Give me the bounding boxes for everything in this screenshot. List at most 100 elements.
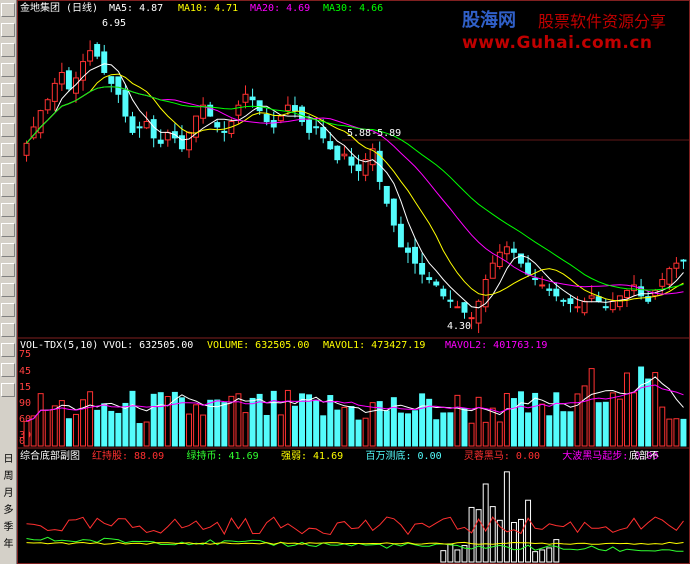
candle-body — [164, 131, 171, 141]
volume-bar — [475, 396, 482, 447]
period-button[interactable]: 多 — [1, 503, 16, 519]
candle-body — [539, 284, 546, 287]
candle-body — [525, 262, 532, 275]
exit-icon[interactable] — [1, 323, 15, 337]
fa4-icon[interactable] — [1, 163, 15, 177]
dollar-icon[interactable] — [1, 283, 15, 297]
volume-bar — [178, 397, 185, 447]
volume-bar — [412, 410, 419, 447]
candle-body — [496, 251, 503, 268]
volume-bar — [595, 402, 602, 447]
fa-icon[interactable] — [1, 103, 15, 117]
candle-body — [475, 300, 482, 324]
candle-body — [136, 126, 143, 129]
indicator-value: 百万测底: 0.00 — [366, 449, 442, 462]
candle-body — [256, 100, 263, 112]
volume-bar — [383, 410, 390, 447]
volume-bar — [355, 419, 362, 447]
volume-bar — [588, 368, 595, 447]
volume-bar — [87, 391, 94, 447]
candle-body — [178, 135, 185, 150]
pen-icon[interactable] — [1, 363, 15, 377]
bottom-signal-bar — [475, 509, 482, 563]
volume-bar — [482, 421, 489, 447]
move-icon[interactable] — [1, 303, 15, 317]
volume-bar — [143, 421, 150, 447]
bottom-signal-bar — [525, 499, 532, 563]
volume-bar — [94, 409, 101, 447]
volume-bar — [419, 393, 426, 447]
candle-icon[interactable] — [1, 43, 15, 57]
volume-bar — [249, 397, 256, 447]
candle-body — [510, 248, 517, 253]
volume-bar — [37, 393, 44, 447]
volume-bar — [221, 402, 228, 447]
candle-body — [673, 262, 680, 269]
volume-bar — [631, 392, 637, 447]
volume-bar — [638, 366, 645, 447]
volume-bar — [306, 394, 313, 447]
candle-body — [313, 126, 320, 129]
candle-body — [440, 288, 447, 297]
indicator-value: 灵蓉黑马: 0.00 — [464, 449, 540, 462]
tab-icon[interactable] — [1, 203, 15, 217]
mavol1-label: MAVOL1: 473427.19 — [323, 340, 425, 351]
candle-body — [602, 306, 609, 309]
volume-bar — [673, 418, 680, 447]
candle-body — [588, 295, 595, 299]
period-button[interactable]: 季 — [1, 520, 16, 536]
period-button[interactable]: 年 — [1, 537, 16, 553]
volume-bar — [560, 411, 567, 447]
candle-body — [129, 116, 136, 133]
volume-bar — [263, 414, 270, 447]
bar-icon[interactable] — [1, 83, 15, 97]
bottom-signal-bar — [518, 518, 524, 563]
candle-body — [270, 120, 277, 128]
volume-bar — [553, 392, 560, 447]
volume-bar — [150, 393, 157, 447]
candle-body — [143, 121, 150, 129]
fs-icon[interactable] — [1, 383, 15, 397]
candle-body — [320, 127, 327, 139]
fz-icon[interactable] — [1, 183, 15, 197]
candle-body — [680, 259, 687, 262]
candle-body — [87, 50, 94, 62]
period-button[interactable]: 周 — [1, 469, 16, 485]
high-price-label: 6.95 — [102, 18, 126, 29]
volume-bar — [186, 413, 192, 447]
volume-bar — [510, 398, 517, 447]
period-button[interactable]: 月 — [1, 486, 16, 502]
fa3-icon[interactable] — [1, 143, 15, 157]
rsi-icon[interactable] — [1, 263, 15, 277]
fa2-icon[interactable] — [1, 123, 15, 137]
bottom-signal-bar — [539, 549, 546, 563]
volume-bar — [348, 406, 355, 447]
ma5-label: MA5: 4.87 — [109, 3, 163, 14]
volume-bar — [65, 418, 72, 447]
period-button[interactable]: 日 — [1, 452, 16, 468]
candle-body — [433, 281, 440, 286]
bottom-signal-bar — [482, 483, 489, 563]
vvol-label: VVOL: 632505.00 — [103, 340, 193, 351]
cursor-icon[interactable] — [1, 3, 15, 17]
line-chart-icon[interactable] — [1, 23, 15, 37]
candle-body — [58, 71, 65, 85]
indicator-tail: 底部不 — [629, 449, 659, 462]
grid-icon[interactable] — [1, 243, 15, 257]
list-icon[interactable] — [1, 223, 15, 237]
volume-bar — [680, 418, 687, 447]
volume-bar — [405, 413, 411, 447]
volume-bar — [659, 406, 666, 447]
volume-bar — [157, 392, 164, 447]
candle-body — [94, 44, 101, 57]
volume-bar — [525, 412, 532, 447]
volume-bar — [108, 410, 115, 447]
volume-bar — [581, 385, 588, 447]
volume-bar — [447, 412, 454, 447]
ohlc-icon[interactable] — [1, 63, 15, 77]
ma20-label: MA20: 4.69 — [250, 3, 310, 14]
mid-price-label: 5.88-5.89 — [347, 128, 401, 139]
export-icon[interactable] — [1, 343, 15, 357]
candle-body — [666, 268, 673, 285]
volume-bar — [397, 412, 404, 447]
